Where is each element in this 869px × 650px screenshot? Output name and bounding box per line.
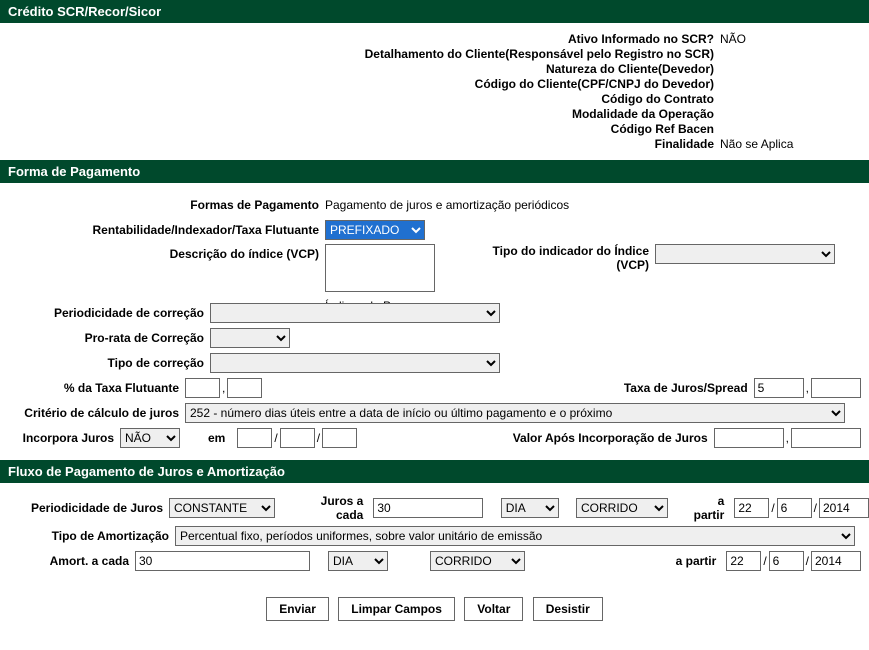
- valor-apos-int-input[interactable]: [714, 428, 784, 448]
- em-day-input[interactable]: [237, 428, 272, 448]
- enviar-button[interactable]: Enviar: [266, 597, 329, 621]
- scr-row-codigo-cliente: Código do Cliente(CPF/CNPJ do Devedor): [0, 77, 869, 91]
- pagamento-section-header: Forma de Pagamento: [0, 160, 869, 183]
- scr-value-finalidade: Não se Aplica: [720, 137, 793, 151]
- formas-pagamento-value: Pagamento de juros e amortização periódi…: [325, 198, 569, 212]
- scr-row-detalhamento: Detalhamento do Cliente(Responsável pelo…: [0, 47, 869, 61]
- scr-label-finalidade: Finalidade: [0, 137, 720, 151]
- scr-label-detalhamento: Detalhamento do Cliente(Responsável pelo…: [0, 47, 720, 61]
- juros-unit-select[interactable]: DIA: [501, 498, 559, 518]
- juros-cada-input[interactable]: [373, 498, 483, 518]
- scr-row-ativo: Ativo Informado no SCR? NÃO: [0, 32, 869, 46]
- scr-label-codigo-cliente: Código do Cliente(CPF/CNPJ do Devedor): [0, 77, 720, 91]
- em-label: em: [208, 431, 231, 445]
- taxa-juros-label: Taxa de Juros/Spread: [624, 381, 754, 395]
- scr-row-finalidade: Finalidade Não se Aplica: [0, 137, 869, 151]
- em-month-input[interactable]: [280, 428, 315, 448]
- juros-apartir-label: a partir: [685, 494, 730, 522]
- pct-taxa-comma: ,: [222, 381, 225, 395]
- scr-label-ativo: Ativo Informado no SCR?: [0, 32, 720, 46]
- prorata-select[interactable]: [210, 328, 290, 348]
- em-slash-1: /: [274, 431, 277, 445]
- tipo-correcao-label: Tipo de correção: [0, 356, 210, 370]
- scr-label-natureza: Natureza do Cliente(Devedor): [0, 62, 720, 76]
- limpar-button[interactable]: Limpar Campos: [338, 597, 455, 621]
- scr-label-codigo-bacen: Código Ref Bacen: [0, 122, 720, 136]
- amort-apartir-day-input[interactable]: [726, 551, 761, 571]
- scr-label-modalidade: Modalidade da Operação: [0, 107, 720, 121]
- amort-apartir-slash-2: /: [806, 554, 809, 568]
- scr-value-ativo: NÃO: [720, 32, 746, 46]
- valor-apos-dec-input[interactable]: [791, 428, 861, 448]
- em-slash-2: /: [317, 431, 320, 445]
- amort-cada-input[interactable]: [135, 551, 310, 571]
- periodicidade-correcao-label: Periodicidade de correção: [0, 306, 210, 320]
- tipo-amort-select[interactable]: Percentual fixo, períodos uniformes, sob…: [175, 526, 855, 546]
- scr-label-codigo-contrato: Código do Contrato: [0, 92, 720, 106]
- periodicidade-juros-label: Periodicidade de Juros: [0, 501, 169, 515]
- formas-pagamento-label: Formas de Pagamento: [0, 198, 325, 212]
- fluxo-content: Periodicidade de Juros CONSTANTE Juros a…: [0, 483, 869, 583]
- tipo-correcao-select[interactable]: [210, 353, 500, 373]
- valor-apos-label: Valor Após Incorporação de Juros: [513, 431, 714, 445]
- descricao-indice-label: Descrição do índice (VCP): [0, 244, 325, 261]
- scr-content: Ativo Informado no SCR? NÃO Detalhamento…: [0, 23, 869, 160]
- juros-apartir-slash-1: /: [771, 501, 774, 515]
- taxa-juros-dec-input[interactable]: [811, 378, 861, 398]
- pct-taxa-label: % da Taxa Flutuante: [0, 381, 185, 395]
- scr-row-natureza: Natureza do Cliente(Devedor): [0, 62, 869, 76]
- desistir-button[interactable]: Desistir: [533, 597, 603, 621]
- taxa-juros-int-input[interactable]: [754, 378, 804, 398]
- amort-apartir-year-input[interactable]: [811, 551, 861, 571]
- voltar-button[interactable]: Voltar: [464, 597, 523, 621]
- pct-taxa-int-input[interactable]: [185, 378, 220, 398]
- scr-row-codigo-contrato: Código do Contrato: [0, 92, 869, 106]
- juros-apartir-day-input[interactable]: [734, 498, 769, 518]
- tipo-indicador-label: Tipo do indicador do Índice (VCP): [475, 244, 655, 272]
- rentabilidade-select[interactable]: PREFIXADO: [325, 220, 425, 240]
- scr-row-codigo-bacen: Código Ref Bacen: [0, 122, 869, 136]
- criterio-label: Critério de cálculo de juros: [0, 406, 185, 420]
- fluxo-section-header: Fluxo de Pagamento de Juros e Amortizaçã…: [0, 460, 869, 483]
- scr-row-modalidade: Modalidade da Operação: [0, 107, 869, 121]
- periodicidade-juros-select[interactable]: CONSTANTE: [169, 498, 275, 518]
- em-year-input[interactable]: [322, 428, 357, 448]
- juros-tipo-select[interactable]: CORRIDO: [576, 498, 668, 518]
- amort-unit-select[interactable]: DIA: [328, 551, 388, 571]
- amort-apartir-slash-1: /: [763, 554, 766, 568]
- valor-apos-comma: ,: [786, 431, 789, 445]
- amort-tipo-select[interactable]: CORRIDO: [430, 551, 525, 571]
- criterio-select[interactable]: 252 - número dias úteis entre a data de …: [185, 403, 845, 423]
- descricao-indice-textarea[interactable]: [325, 244, 435, 292]
- prorata-label: Pro-rata de Correção: [0, 331, 210, 345]
- pagamento-content: Formas de Pagamento Pagamento de juros e…: [0, 183, 869, 460]
- amort-cada-label: Amort. a cada: [0, 554, 135, 568]
- scr-section-header: Crédito SCR/Recor/Sicor: [0, 0, 869, 23]
- button-row: Enviar Limpar Campos Voltar Desistir: [0, 597, 869, 621]
- tipo-indicador-select[interactable]: [655, 244, 835, 264]
- juros-apartir-year-input[interactable]: [819, 498, 869, 518]
- juros-cada-label: Juros a cada: [293, 494, 370, 522]
- incorpora-select[interactable]: NÃO: [120, 428, 180, 448]
- pct-taxa-dec-input[interactable]: [227, 378, 262, 398]
- juros-apartir-slash-2: /: [814, 501, 817, 515]
- juros-apartir-month-input[interactable]: [777, 498, 812, 518]
- amort-apartir-label: a partir: [676, 554, 723, 568]
- rentabilidade-label: Rentabilidade/Indexador/Taxa Flutuante: [0, 223, 325, 237]
- taxa-juros-comma: ,: [806, 381, 809, 395]
- incorpora-label: Incorpora Juros: [0, 431, 120, 445]
- periodicidade-correcao-select[interactable]: [210, 303, 500, 323]
- amort-apartir-month-input[interactable]: [769, 551, 804, 571]
- tipo-amort-label: Tipo de Amortização: [0, 529, 175, 543]
